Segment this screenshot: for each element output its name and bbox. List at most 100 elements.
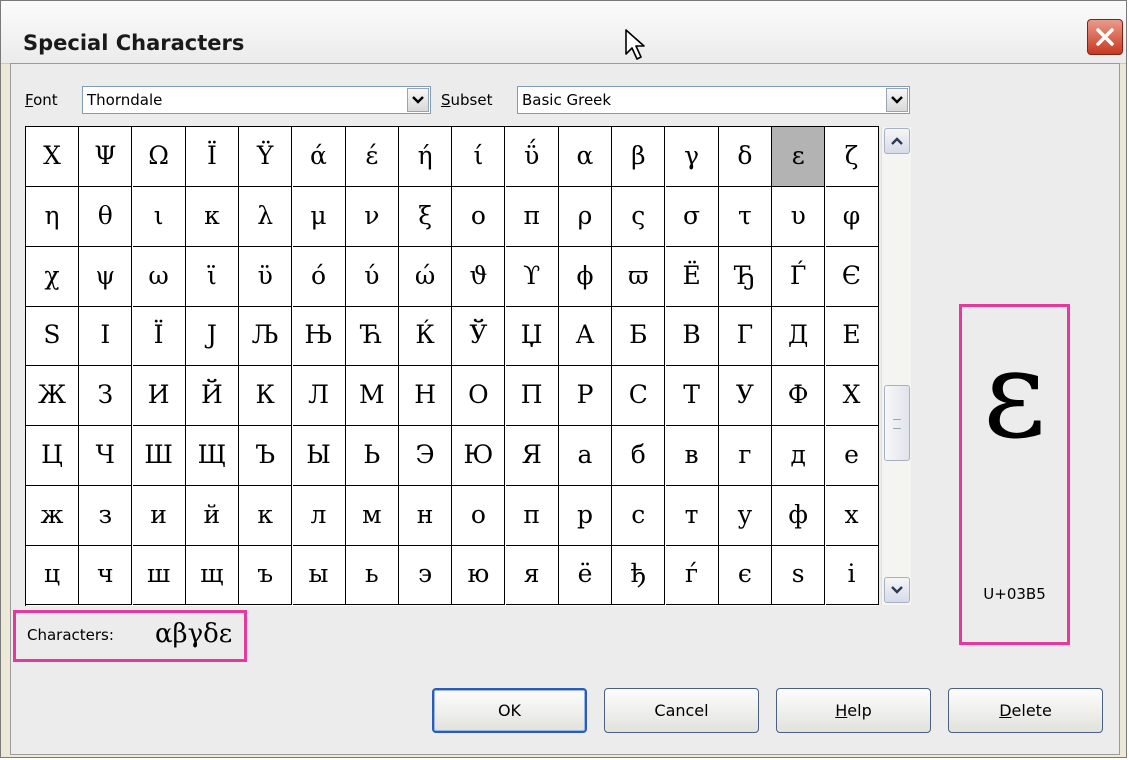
character-cell[interactable]: А xyxy=(559,306,612,367)
character-cell[interactable]: ς xyxy=(612,186,666,247)
character-cell[interactable]: Г xyxy=(718,306,772,367)
character-cell[interactable]: Ϋ xyxy=(239,127,293,187)
character-cell[interactable]: ι xyxy=(132,186,186,247)
character-cell[interactable]: Д xyxy=(772,306,826,367)
character-cell[interactable]: О xyxy=(452,366,506,426)
character-cell[interactable]: Ψ xyxy=(79,127,133,187)
character-cell[interactable]: ζ xyxy=(825,127,879,187)
character-cell[interactable]: Е xyxy=(825,306,879,367)
character-cell[interactable]: Ђ xyxy=(718,246,772,307)
character-cell[interactable]: г xyxy=(718,425,772,486)
character-cell[interactable]: ч xyxy=(79,545,133,606)
character-cell[interactable]: ф xyxy=(772,485,826,546)
character-cell[interactable]: ϑ xyxy=(452,246,506,307)
character-grid[interactable]: ΧΨΩΪΫάέήίΰαβγδεζ ηθικλμνξοπρςστυφ χψωϊϋόύώ… xyxy=(25,126,879,606)
character-cell[interactable]: У xyxy=(718,366,772,426)
character-cell[interactable]: ы xyxy=(292,545,346,606)
character-cell[interactable]: ш xyxy=(132,545,186,606)
character-cell[interactable]: Џ xyxy=(505,306,559,367)
character-cell[interactable]: Щ xyxy=(185,425,239,486)
character-cell[interactable]: Ў xyxy=(452,306,506,367)
scroll-down-button[interactable] xyxy=(884,577,910,603)
cancel-button[interactable]: Cancel xyxy=(604,688,759,733)
character-cell[interactable]: м xyxy=(345,485,399,546)
character-cell[interactable]: П xyxy=(505,366,559,426)
character-cell[interactable]: ц xyxy=(26,545,79,606)
character-cell[interactable]: χ xyxy=(26,246,79,307)
character-cell[interactable]: ν xyxy=(345,186,399,247)
character-cell[interactable]: ω xyxy=(132,246,186,307)
character-cell[interactable]: в xyxy=(665,425,719,486)
character-cell[interactable]: ъ xyxy=(239,545,293,606)
font-dropdown-button[interactable] xyxy=(407,88,429,112)
character-cell[interactable]: я xyxy=(505,545,559,606)
character-cell[interactable]: к xyxy=(239,485,293,546)
character-cell[interactable]: Б xyxy=(612,306,666,367)
character-cell[interactable]: Љ xyxy=(239,306,293,367)
character-cell[interactable]: й xyxy=(185,485,239,546)
character-cell[interactable]: ί xyxy=(452,127,506,187)
scroll-up-button[interactable] xyxy=(884,128,910,154)
font-dropdown[interactable]: Thorndale xyxy=(82,86,431,114)
character-cell[interactable]: Ф xyxy=(772,366,826,426)
character-cell[interactable]: у xyxy=(718,485,772,546)
character-cell[interactable]: б xyxy=(612,425,666,486)
character-cell[interactable]: ж xyxy=(26,485,79,546)
character-cell[interactable]: Ј xyxy=(185,306,239,367)
character-cell[interactable]: σ xyxy=(665,186,719,247)
character-cell[interactable]: Ѕ xyxy=(26,306,79,367)
character-cell[interactable]: и xyxy=(132,485,186,546)
character-cell[interactable]: К xyxy=(239,366,293,426)
character-cell[interactable]: ю xyxy=(452,545,506,606)
character-cell[interactable]: ѓ xyxy=(665,545,719,606)
character-cell[interactable]: д xyxy=(772,425,826,486)
character-cell[interactable]: ь xyxy=(345,545,399,606)
character-cell[interactable]: ѕ xyxy=(772,545,826,606)
character-cell[interactable]: М xyxy=(345,366,399,426)
character-cell[interactable]: є xyxy=(718,545,772,606)
character-cell[interactable]: Ш xyxy=(132,425,186,486)
character-cell[interactable]: ο xyxy=(452,186,506,247)
character-cell[interactable]: μ xyxy=(292,186,346,247)
character-cell[interactable]: З xyxy=(79,366,133,426)
character-cell[interactable]: Т xyxy=(665,366,719,426)
character-cell[interactable]: ξ xyxy=(399,186,453,247)
character-cell[interactable]: έ xyxy=(345,127,399,187)
character-cell[interactable]: ϖ xyxy=(612,246,666,307)
character-cell[interactable]: φ xyxy=(825,186,879,247)
character-cell[interactable]: Р xyxy=(559,366,612,426)
character-cell[interactable]: α xyxy=(559,127,612,187)
character-cell[interactable]: Ъ xyxy=(239,425,293,486)
character-cell[interactable]: Є xyxy=(825,246,879,307)
help-button[interactable]: Help xyxy=(776,688,931,733)
character-cell[interactable]: ϒ xyxy=(505,246,559,307)
character-cell[interactable]: ψ xyxy=(79,246,133,307)
character-cell[interactable]: с xyxy=(612,485,666,546)
character-cell[interactable]: Ї xyxy=(132,306,186,367)
character-cell[interactable]: х xyxy=(825,485,879,546)
character-cell[interactable]: π xyxy=(505,186,559,247)
character-cell[interactable]: ώ xyxy=(399,246,453,307)
character-cell[interactable]: Њ xyxy=(292,306,346,367)
character-cell[interactable]: ύ xyxy=(345,246,399,307)
character-cell[interactable]: Ы xyxy=(292,425,346,486)
character-cell[interactable]: Ь xyxy=(345,425,399,486)
character-cell[interactable]: і xyxy=(825,545,879,606)
delete-button[interactable]: Delete xyxy=(948,688,1103,733)
character-cell[interactable]: β xyxy=(612,127,666,187)
character-cell[interactable]: κ xyxy=(185,186,239,247)
character-cell[interactable]: ϋ xyxy=(239,246,293,307)
character-cell[interactable]: Й xyxy=(185,366,239,426)
character-cell[interactable]: Ѓ xyxy=(772,246,826,307)
character-cell[interactable]: ђ xyxy=(612,545,666,606)
character-cell[interactable]: Ё xyxy=(665,246,719,307)
character-cell[interactable]: Х xyxy=(825,366,879,426)
character-cell[interactable]: щ xyxy=(185,545,239,606)
character-cell[interactable]: Л xyxy=(292,366,346,426)
character-cell[interactable]: λ xyxy=(239,186,293,247)
character-cell[interactable]: т xyxy=(665,485,719,546)
character-cell[interactable]: θ xyxy=(79,186,133,247)
character-cell[interactable]: И xyxy=(132,366,186,426)
character-cell[interactable]: Ω xyxy=(132,127,186,187)
character-cell[interactable]: η xyxy=(26,186,79,247)
